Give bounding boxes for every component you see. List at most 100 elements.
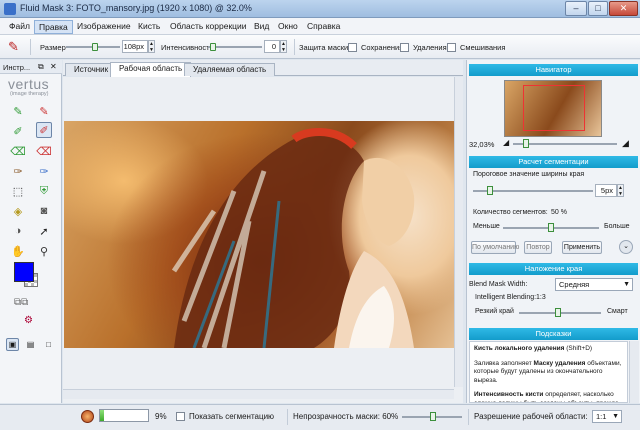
dock-icon[interactable]: ⧉	[38, 62, 44, 72]
default-button[interactable]: По умолчанию	[471, 241, 519, 254]
segment-more-label: Больше	[604, 223, 630, 230]
navigator-zoom-thumb[interactable]	[523, 139, 529, 148]
mask-opacity-label: Непрозрачность маски: 60%	[293, 412, 399, 421]
foreground-color-swatch[interactable]	[14, 262, 34, 282]
progress-bar	[99, 409, 149, 422]
camera-icon[interactable]: ◙	[36, 203, 52, 219]
edge-threshold-thumb[interactable]	[487, 186, 493, 195]
intensity-slider-track[interactable]	[208, 46, 262, 48]
delete-brush-icon[interactable]: ✎	[36, 103, 52, 119]
zoom-out-icon[interactable]: ◢	[503, 138, 509, 147]
eraser-icon[interactable]: ◑	[10, 223, 26, 239]
menu-brush[interactable]: Кисть	[134, 20, 164, 32]
intelligent-blending-value: 1:3	[536, 294, 546, 301]
intensity-label: Интенсивность	[161, 43, 214, 52]
pointer-icon[interactable]: ➚	[36, 223, 52, 239]
segment-count-value: 50 %	[551, 209, 567, 216]
brush-icon: ✎	[8, 39, 19, 54]
exact-brush-icon[interactable]: ✑	[36, 163, 52, 179]
blend-width-label: Blend Mask Width:	[469, 281, 528, 288]
window-title: Fluid Mask 3: FOTO_mansory.jpg (1920 x 1…	[20, 3, 252, 13]
chevron-down-icon: ▼	[623, 281, 630, 288]
stop-icon[interactable]	[81, 410, 94, 423]
zoom-in-icon[interactable]: ◢	[622, 138, 629, 149]
close-button[interactable]: ✕	[609, 1, 638, 16]
rect-select-icon[interactable]: ⬚	[10, 183, 26, 199]
workspace-resolution-value: 1:1	[596, 412, 607, 421]
edge-threshold-spinner[interactable]: ▲ ▼	[617, 184, 624, 197]
horizontal-scrollbar[interactable]	[63, 389, 454, 399]
edge-threshold-value[interactable]: 5px	[595, 184, 617, 197]
menu-bar: Файл Правка Изображение Кисть Область ко…	[0, 18, 640, 35]
size-spinner[interactable]: ▲ ▼	[148, 40, 155, 53]
mask-opacity-thumb[interactable]	[430, 412, 436, 421]
view-split-icon[interactable]: ▤	[24, 338, 37, 351]
navigator-thumbnail[interactable]	[504, 80, 602, 137]
intensity-spinner[interactable]: ▲ ▼	[280, 40, 287, 53]
edge-sharpness-thumb[interactable]	[555, 308, 561, 317]
vertical-scrollbar[interactable]	[454, 77, 463, 387]
segment-count-thumb[interactable]	[548, 223, 554, 232]
tab-deleted-area[interactable]: Удаляемая область	[184, 63, 276, 76]
menu-view[interactable]: Вид	[250, 20, 273, 32]
hints-scrollbar[interactable]	[629, 341, 639, 403]
expand-icon[interactable]: ⌄	[619, 240, 633, 254]
zoom-icon[interactable]: ⚲	[36, 243, 52, 259]
compare-views-icon[interactable]: ⧉⧉	[14, 297, 42, 309]
protect-mix-checkbox[interactable]	[447, 43, 456, 52]
intensity-value[interactable]: 0	[264, 40, 280, 53]
title-bar: Fluid Mask 3: FOTO_mansory.jpg (1920 x 1…	[0, 0, 640, 18]
close-panel-icon[interactable]: ✕	[50, 62, 57, 71]
segmentation-header: Расчет сегментации	[469, 156, 638, 168]
workspace-resolution-select[interactable]: 1:1 ▼	[592, 410, 622, 423]
vertus-logo-subtitle: (image therapy)	[10, 91, 49, 97]
tab-workspace[interactable]: Рабочая область	[110, 62, 192, 77]
mask-protection-label: Защита маски:	[299, 43, 351, 52]
hint-heading: Кисть локального удаления (Shift+D)	[474, 345, 593, 352]
protect-save-label: Сохранения	[361, 43, 404, 52]
show-segmentation-label: Показать сегментацию	[189, 412, 275, 421]
patch-fill-icon[interactable]: ◈	[10, 203, 26, 219]
menu-window[interactable]: Окно	[274, 20, 302, 32]
navigator-zoom-value: 32,03%	[469, 140, 495, 149]
workspace-resolution-label: Разрешение рабочей области:	[474, 412, 588, 421]
view-single-icon[interactable]: ▣	[6, 338, 19, 351]
menu-edit[interactable]: Правка	[34, 20, 73, 34]
minimize-button[interactable]: –	[565, 1, 587, 16]
navigator-viewport[interactable]	[523, 85, 585, 131]
size-slider-thumb[interactable]	[92, 43, 98, 51]
menu-file[interactable]: Файл	[5, 20, 34, 32]
patch-brush-icon[interactable]: ✑	[10, 163, 26, 179]
keep-brush-icon[interactable]: ✎	[10, 103, 26, 119]
shield-icon[interactable]: ⛨	[36, 183, 52, 199]
menu-image[interactable]: Изображение	[73, 20, 135, 32]
tools-panel-title: Инстр...	[3, 63, 31, 72]
repeat-button[interactable]: Повтор	[524, 241, 552, 254]
hand-icon[interactable]: ✋	[10, 243, 26, 259]
delete-eraser-icon[interactable]: ⌫	[36, 143, 52, 159]
menu-help[interactable]: Справка	[303, 20, 344, 32]
local-keep-brush-icon[interactable]: ✐	[10, 123, 26, 139]
hints-content: Кисть локального удаления (Shift+D) Зали…	[469, 341, 628, 403]
view-full-icon[interactable]: □	[42, 338, 55, 351]
maximize-button[interactable]: □	[588, 1, 608, 16]
segment-count-label: Количество сегментов:	[473, 209, 548, 216]
menu-correction-area[interactable]: Область коррекции	[166, 20, 251, 32]
size-value[interactable]: 108px	[122, 40, 148, 53]
status-bar: 9% Показать сегментацию Непрозрачность м…	[0, 404, 640, 430]
size-label: Размер	[40, 43, 66, 52]
blend-width-select[interactable]: Средняя ▼	[555, 278, 633, 291]
edge-blend-header: Наложение края	[469, 263, 638, 275]
protect-delete-checkbox[interactable]	[400, 43, 409, 52]
workspace-photo[interactable]	[64, 121, 462, 348]
show-segmentation-checkbox[interactable]	[176, 412, 185, 421]
keep-eraser-icon[interactable]: ⌫	[10, 143, 26, 159]
settings-tool-icon[interactable]: ⚙	[24, 315, 33, 326]
apply-button[interactable]: Применить	[562, 241, 602, 254]
protect-save-checkbox[interactable]	[348, 43, 357, 52]
segment-less-label: Меньше	[473, 223, 500, 230]
navigator-header: Навигатор	[469, 64, 638, 76]
local-delete-brush-icon[interactable]: ✐	[36, 122, 52, 138]
right-panel: Навигатор 32,03% ◢ ◢ Расчет сегментации …	[466, 60, 640, 403]
intensity-slider-thumb[interactable]	[210, 43, 216, 51]
